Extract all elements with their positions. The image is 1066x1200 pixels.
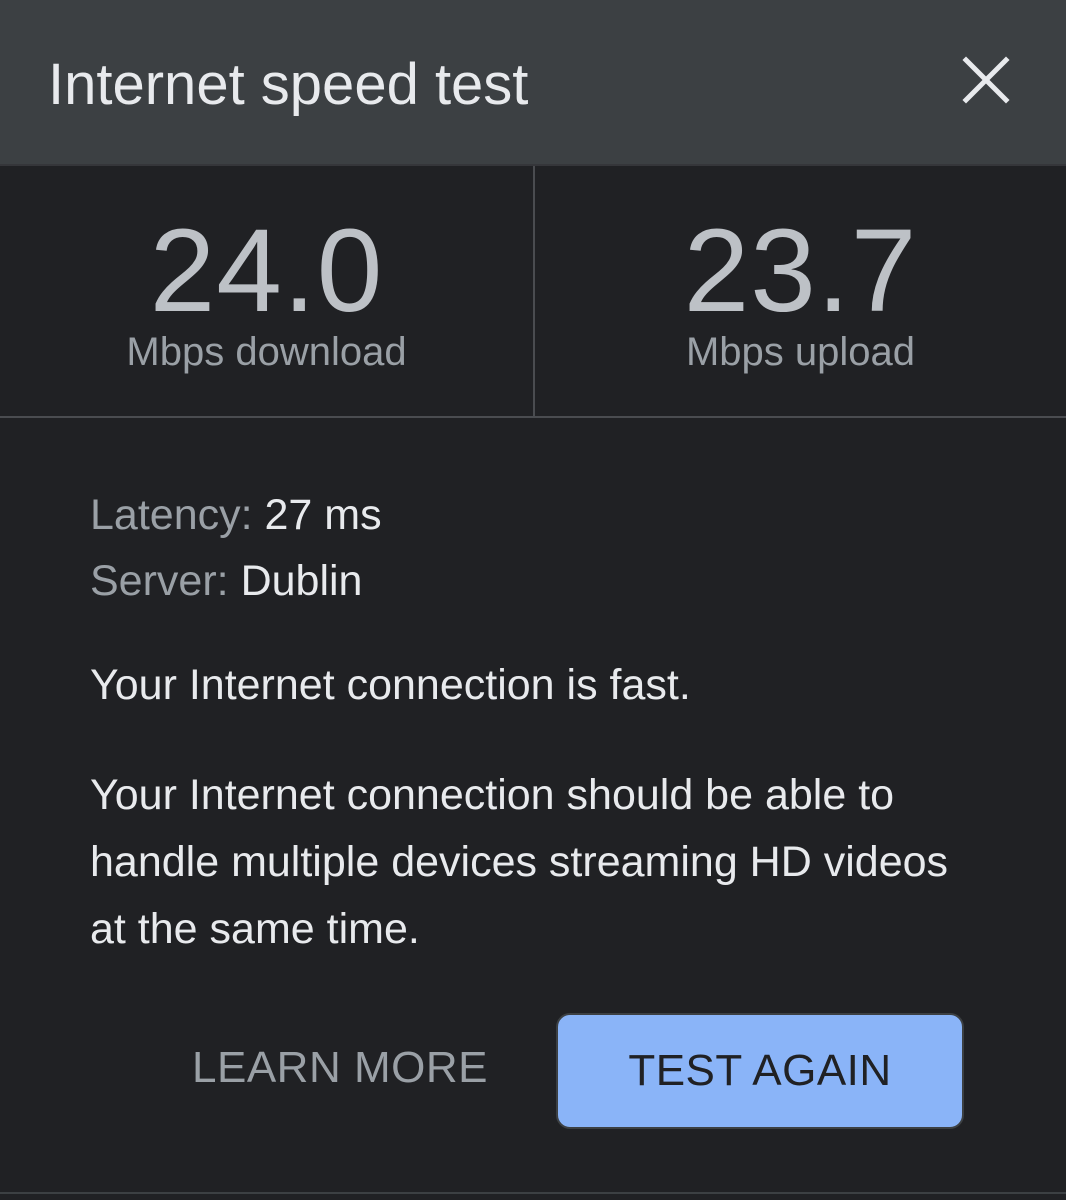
latency-value: 27 ms	[264, 491, 382, 539]
download-metric: 24.0 Mbps download	[0, 166, 533, 416]
bottom-divider	[0, 1192, 1066, 1194]
dialog-title: Internet speed test	[48, 52, 529, 117]
server-row: Server: Dublin	[90, 548, 1010, 614]
upload-speed-value: 23.7	[683, 205, 918, 337]
connection-details: Latency: 27 ms Server: Dublin	[90, 482, 1010, 614]
test-again-button[interactable]: TEST AGAIN	[556, 1013, 964, 1129]
download-speed-label: Mbps download	[126, 330, 407, 374]
server-label: Server:	[90, 557, 229, 605]
learn-more-button[interactable]: LEARN MORE	[180, 1030, 500, 1106]
connection-description: Your Internet connection should be able …	[90, 771, 949, 953]
upload-speed-label: Mbps upload	[685, 330, 916, 374]
connection-status: Your Internet connection is fast.	[90, 661, 691, 709]
close-button[interactable]	[948, 42, 1024, 118]
latency-row: Latency: 27 ms	[90, 482, 1010, 548]
speed-metrics: 24.0 Mbps download 23.7 Mbps upload	[0, 166, 1066, 418]
dialog-header: Internet speed test	[0, 0, 1066, 166]
latency-label: Latency:	[90, 491, 253, 539]
upload-metric: 23.7 Mbps upload	[533, 166, 1066, 416]
close-icon	[962, 56, 1010, 104]
server-value: Dublin	[240, 557, 363, 605]
download-speed-value: 24.0	[149, 205, 384, 337]
